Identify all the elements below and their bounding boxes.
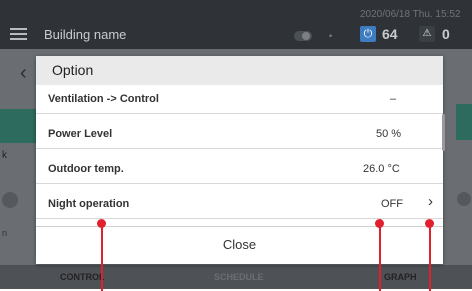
hamburger-menu-icon[interactable] <box>10 28 27 40</box>
power-icon[interactable]: ⏻ <box>360 26 376 42</box>
callout-dot-marker <box>425 219 434 228</box>
back-arrow-icon[interactable]: ‹ <box>20 62 27 85</box>
callout-dot-marker <box>97 219 106 228</box>
background-label: n <box>2 228 8 238</box>
date-time: 2020/06/18 Thu. 15:52 <box>360 9 461 20</box>
option-row-outdoor-temp: Outdoor temp. 26.0 °C <box>36 155 443 184</box>
callout-dot-marker <box>375 219 384 228</box>
right-nav-circle-icon[interactable] <box>457 192 471 206</box>
scrollbar[interactable] <box>442 114 445 151</box>
tab-graph[interactable]: GRAPH <box>384 272 417 282</box>
option-dialog: Option Ventilation -> Control – Power Le… <box>36 56 445 265</box>
left-nav-circle-icon[interactable] <box>2 192 18 208</box>
row-value: 26.0 °C <box>363 163 400 175</box>
row-label: Night operation <box>48 198 130 210</box>
row-value: OFF <box>381 198 403 210</box>
power-count: 64 <box>382 26 398 42</box>
warning-count: 0 <box>442 26 450 42</box>
callout-line <box>101 227 103 291</box>
row-label: Power Level <box>48 128 113 140</box>
tab-schedule[interactable]: SCHEDULE <box>214 272 264 282</box>
right-teal-card <box>456 104 472 140</box>
dialog-title: Option <box>52 62 94 78</box>
background-label: k <box>2 150 7 161</box>
building-name: Building name <box>44 27 127 42</box>
left-teal-card <box>0 109 36 143</box>
close-button[interactable]: Close <box>36 226 443 265</box>
warning-icon[interactable]: ⚠ <box>419 26 435 42</box>
option-row-night-operation[interactable]: Night operation OFF › <box>36 190 443 219</box>
dialog-title-bar: Option <box>36 56 443 85</box>
callout-line <box>379 227 381 291</box>
close-button-label: Close <box>222 237 257 252</box>
tab-control[interactable]: CONTROL <box>60 272 105 282</box>
row-value: 50 % <box>376 128 402 140</box>
row-label: Ventilation -> Control <box>48 93 159 105</box>
chevron-right-icon[interactable]: › <box>428 193 433 210</box>
callout-line <box>429 227 431 291</box>
header-bar: Building name • 2020/06/18 Thu. 15:52 ⏻ … <box>0 0 472 49</box>
toggle-switch[interactable] <box>294 31 312 41</box>
row-value: – <box>390 93 397 105</box>
option-row-power-level: Power Level 50 % <box>36 120 443 149</box>
separator-dot-icon: • <box>329 31 333 41</box>
option-row-ventilation: Ventilation -> Control – <box>36 85 443 114</box>
row-label: Outdoor temp. <box>48 163 124 175</box>
